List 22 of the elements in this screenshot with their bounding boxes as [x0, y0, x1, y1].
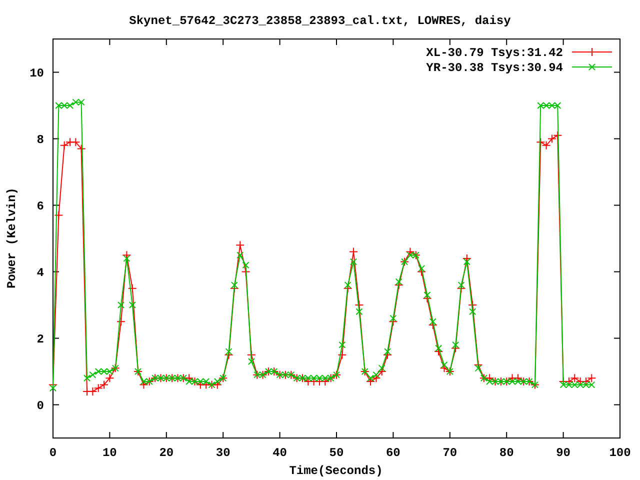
x-axis-label: Time(Seconds): [289, 464, 383, 478]
x-tick-label: 80: [499, 446, 514, 460]
y-tick-label: 10: [30, 66, 44, 80]
chart-title: Skynet_57642_3C273_23858_23893_cal.txt, LOWRES, daisy: [129, 14, 511, 28]
x-tick-label: 20: [159, 446, 174, 460]
x-tick-label: 50: [329, 446, 344, 460]
y-tick-label: 4: [36, 266, 44, 280]
x-tick-label: 30: [216, 446, 230, 460]
x-tick-label: 60: [386, 446, 400, 460]
legend-label: XL-30.79 Tsys:31.42: [426, 46, 563, 60]
legend-label: YR-30.38 Tsys:30.94: [426, 61, 563, 75]
x-tick-label: 40: [272, 446, 287, 460]
x-tick-label: 100: [609, 446, 631, 460]
y-tick-label: 8: [36, 132, 44, 147]
x-tick-label: 0: [49, 446, 57, 460]
y-axis-label: Power (Kelvin): [5, 188, 19, 288]
x-tick-label: 70: [442, 446, 458, 460]
y-tick-label: 6: [36, 199, 44, 214]
x-tick-label: 10: [102, 446, 117, 460]
x-tick-label: 90: [556, 446, 570, 460]
y-tick-label: 0: [36, 398, 44, 413]
y-tick-label: 2: [36, 332, 44, 346]
